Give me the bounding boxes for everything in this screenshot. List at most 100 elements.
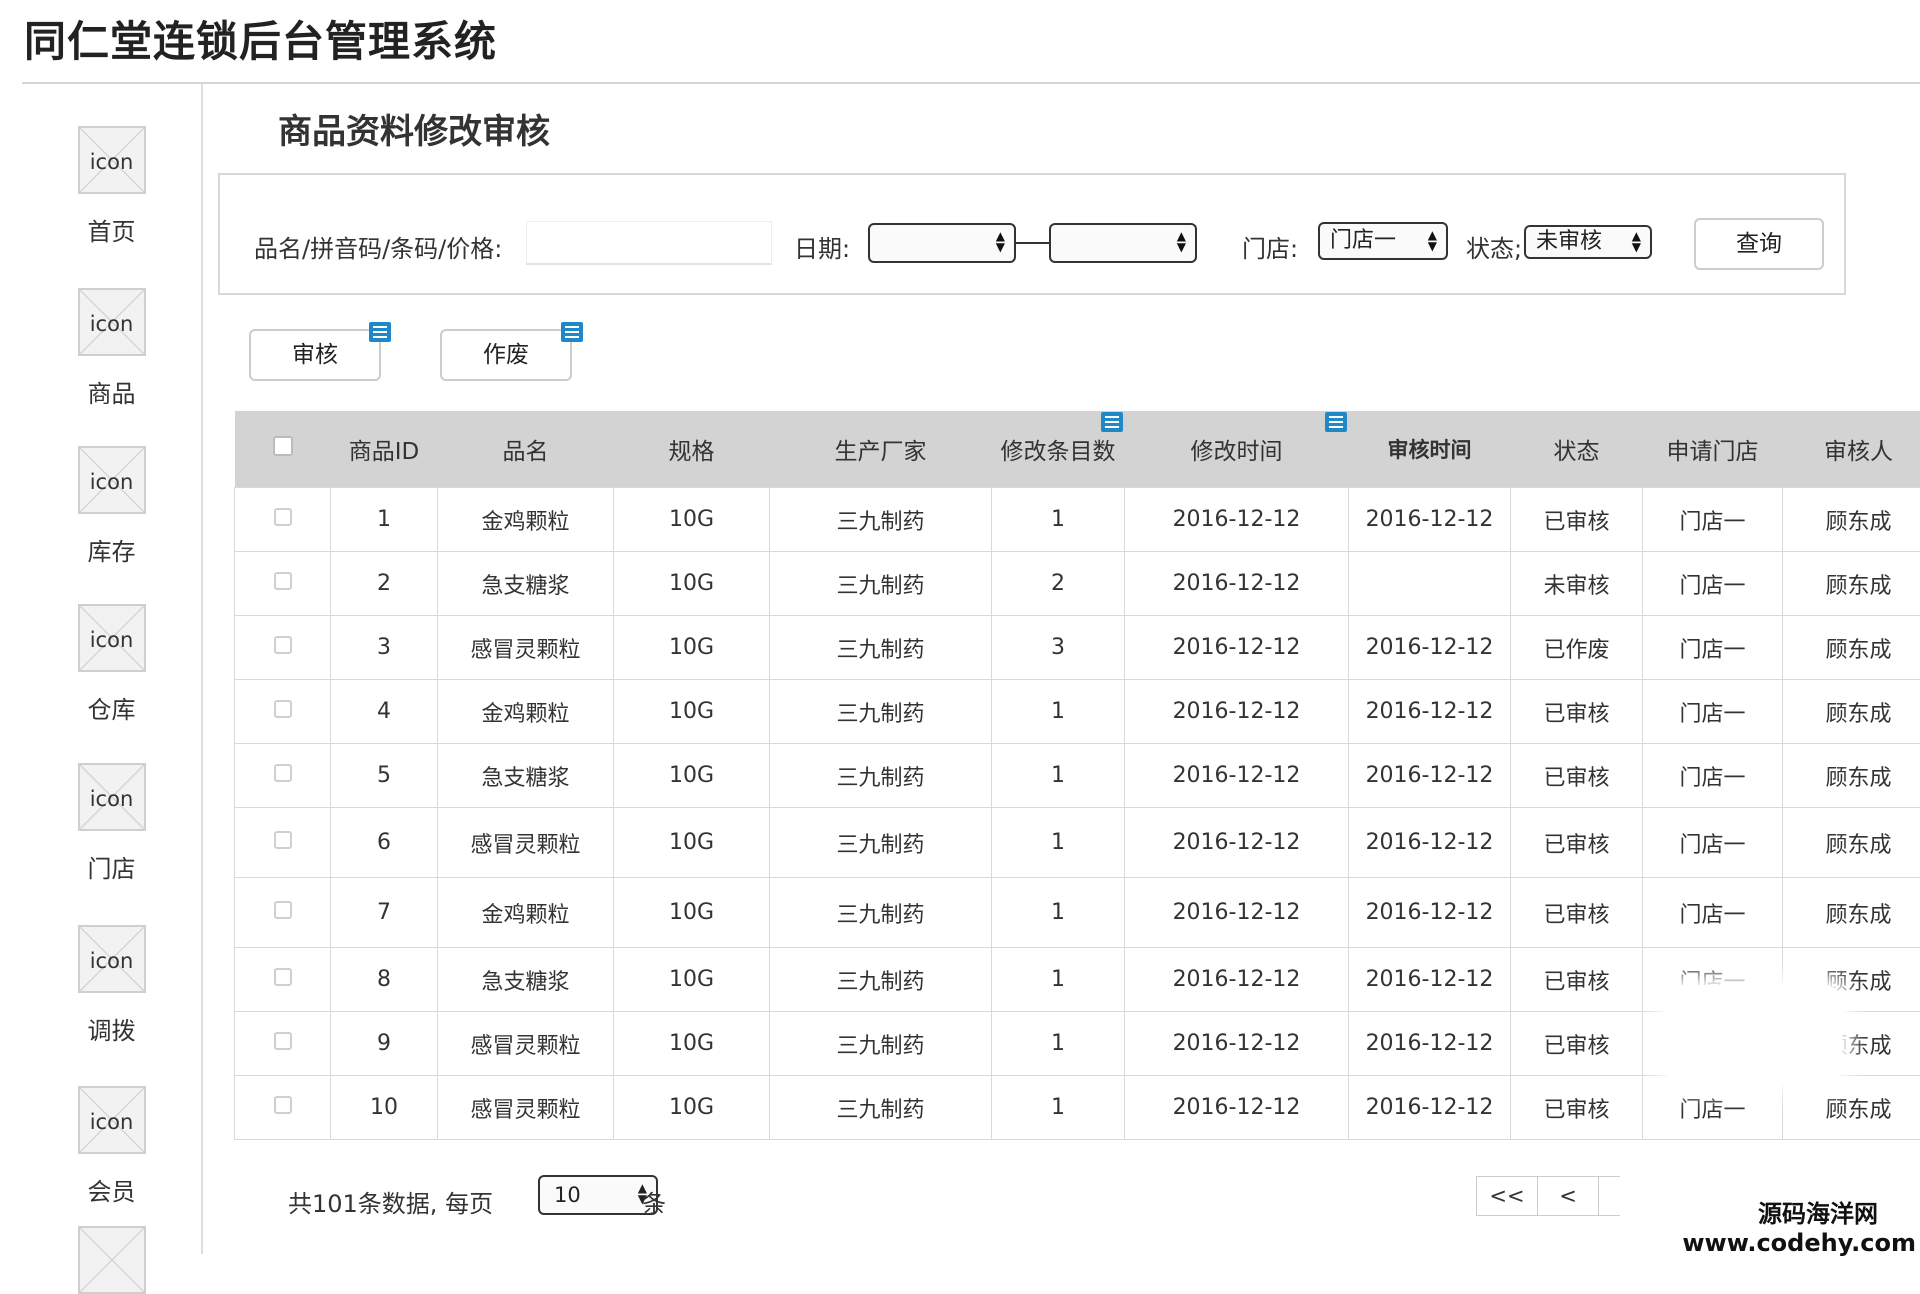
- row-checkbox[interactable]: [274, 572, 292, 590]
- select-arrows-icon: ▲▼: [1428, 230, 1437, 252]
- query-button[interactable]: 查询: [1694, 218, 1824, 270]
- cell-product-name: 金鸡颗粒: [438, 878, 614, 948]
- cell-spec: 10G: [614, 680, 770, 744]
- row-select-cell[interactable]: [235, 948, 331, 1012]
- row-checkbox[interactable]: [274, 1096, 292, 1114]
- row-select-cell[interactable]: [235, 878, 331, 948]
- table-row[interactable]: 10感冒灵颗粒10G三九制药12016-12-122016-12-12已审核门店…: [235, 1076, 1920, 1140]
- sidebar-item-more[interactable]: [22, 1226, 201, 1294]
- column-header[interactable]: 审核人: [1783, 411, 1920, 488]
- column-header[interactable]: 申请门店: [1643, 411, 1783, 488]
- sidebar-item-warehouse[interactable]: icon 仓库: [22, 604, 201, 725]
- cell-spec: 10G: [614, 488, 770, 552]
- date-from-select[interactable]: ▲▼: [868, 223, 1016, 263]
- date-to-select[interactable]: ▲▼: [1049, 223, 1197, 263]
- table-row[interactable]: 4金鸡颗粒10G三九制药12016-12-122016-12-12已审核门店一顾…: [235, 680, 1920, 744]
- column-header[interactable]: 生产厂家: [770, 411, 992, 488]
- cell-product-id: 10: [331, 1076, 438, 1140]
- void-button[interactable]: 作废: [440, 329, 572, 381]
- home-placeholder-icon: icon: [78, 126, 146, 194]
- row-select-cell[interactable]: [235, 552, 331, 616]
- sidebar-item-home[interactable]: icon 首页: [22, 126, 201, 247]
- cell-audit-time: 2016-12-12: [1349, 948, 1511, 1012]
- cell-manufacturer: 三九制药: [770, 680, 992, 744]
- sidebar-item-label: 库存: [22, 532, 201, 567]
- row-select-cell[interactable]: [235, 616, 331, 680]
- store-label: 门店:: [1242, 229, 1298, 264]
- page-size-select[interactable]: 10 ▲▼: [538, 1175, 658, 1215]
- cell-product-id: 1: [331, 488, 438, 552]
- row-select-cell[interactable]: [235, 808, 331, 878]
- row-checkbox[interactable]: [274, 764, 292, 782]
- cell-product-name: 急支糖浆: [438, 744, 614, 808]
- first-page-button[interactable]: <<: [1477, 1177, 1538, 1215]
- store-select[interactable]: 门店一 ▲▼: [1318, 222, 1448, 260]
- column-header[interactable]: 商品ID: [331, 411, 438, 488]
- cell-status: 未审核: [1511, 552, 1643, 616]
- row-select-cell[interactable]: [235, 1012, 331, 1076]
- row-checkbox[interactable]: [274, 831, 292, 849]
- cell-manufacturer: 三九制药: [770, 878, 992, 948]
- cell-change-count: 2: [992, 552, 1125, 616]
- column-header[interactable]: 修改时间: [1125, 411, 1349, 488]
- sidebar-item-label: 门店: [22, 849, 201, 884]
- cell-auditor: 顾东成: [1783, 552, 1920, 616]
- prev-page-button[interactable]: <: [1538, 1177, 1599, 1215]
- sidebar-item-label: 会员: [22, 1172, 201, 1207]
- row-checkbox[interactable]: [274, 636, 292, 654]
- table-row[interactable]: 6感冒灵颗粒10G三九制药12016-12-122016-12-12已审核门店一…: [235, 808, 1920, 878]
- row-select-cell[interactable]: [235, 680, 331, 744]
- column-header[interactable]: 品名: [438, 411, 614, 488]
- search-input[interactable]: [526, 221, 772, 265]
- select-all-checkbox[interactable]: [273, 436, 293, 456]
- cell-change-count: 1: [992, 878, 1125, 948]
- sidebar-item-inventory[interactable]: icon 库存: [22, 446, 201, 567]
- cell-modified-time: 2016-12-12: [1125, 1076, 1349, 1140]
- row-checkbox[interactable]: [274, 700, 292, 718]
- audit-button[interactable]: 审核: [249, 329, 381, 381]
- cell-product-id: 2: [331, 552, 438, 616]
- status-select[interactable]: 未审核 ▲▼: [1524, 225, 1652, 259]
- table-row[interactable]: 5急支糖浆10G三九制药12016-12-122016-12-12已审核门店一顾…: [235, 744, 1920, 808]
- row-checkbox[interactable]: [274, 508, 292, 526]
- note-list-icon: [369, 322, 391, 342]
- table-row[interactable]: 1金鸡颗粒10G三九制药12016-12-122016-12-12已审核门店一顾…: [235, 488, 1920, 552]
- sidebar-item-goods[interactable]: icon 商品: [22, 288, 201, 409]
- column-header[interactable]: 状态: [1511, 411, 1643, 488]
- cell-manufacturer: 三九制药: [770, 1076, 992, 1140]
- sidebar-item-label: 仓库: [22, 690, 201, 725]
- date-range-connector: [1016, 242, 1050, 244]
- row-select-cell[interactable]: [235, 1076, 331, 1140]
- cell-change-count: 1: [992, 808, 1125, 878]
- row-select-cell[interactable]: [235, 488, 331, 552]
- select-arrows-icon: ▲▼: [996, 231, 1005, 253]
- cell-audit-time: 2016-12-12: [1349, 808, 1511, 878]
- cell-spec: 10G: [614, 1076, 770, 1140]
- table-row[interactable]: 3感冒灵颗粒10G三九制药32016-12-122016-12-12已作废门店一…: [235, 616, 1920, 680]
- cell-manufacturer: 三九制药: [770, 1012, 992, 1076]
- cell-manufacturer: 三九制药: [770, 552, 992, 616]
- cell-manufacturer: 三九制药: [770, 488, 992, 552]
- row-checkbox[interactable]: [274, 901, 292, 919]
- column-header[interactable]: 规格: [614, 411, 770, 488]
- sidebar-item-member[interactable]: icon 会员: [22, 1086, 201, 1207]
- member-placeholder-icon: icon: [78, 1086, 146, 1154]
- cell-spec: 10G: [614, 808, 770, 878]
- cell-auditor: 顾东成: [1783, 1076, 1920, 1140]
- row-checkbox[interactable]: [274, 968, 292, 986]
- table-row[interactable]: 7金鸡颗粒10G三九制药12016-12-122016-12-12已审核门店一顾…: [235, 878, 1920, 948]
- row-select-cell[interactable]: [235, 744, 331, 808]
- sidebar-item-store[interactable]: icon 门店: [22, 763, 201, 884]
- cell-modified-time: 2016-12-12: [1125, 1012, 1349, 1076]
- column-header[interactable]: 审核时间: [1349, 411, 1511, 488]
- store-placeholder-icon: icon: [78, 763, 146, 831]
- cell-spec: 10G: [614, 616, 770, 680]
- cell-spec: 10G: [614, 878, 770, 948]
- row-checkbox[interactable]: [274, 1032, 292, 1050]
- select-all-cell[interactable]: [235, 411, 331, 488]
- date-label: 日期:: [794, 229, 850, 264]
- cell-change-count: 1: [992, 680, 1125, 744]
- cell-store: 门店一: [1643, 552, 1783, 616]
- table-row[interactable]: 2急支糖浆10G三九制药22016-12-12未审核门店一顾东成: [235, 552, 1920, 616]
- sidebar-item-transfer[interactable]: icon 调拨: [22, 925, 201, 1046]
